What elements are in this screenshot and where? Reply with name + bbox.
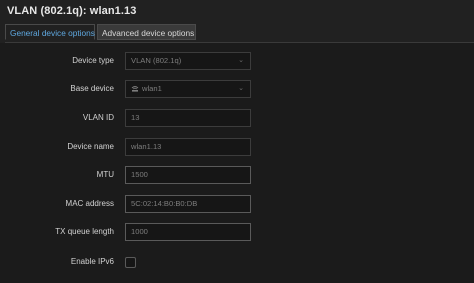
mac-address-input[interactable]: 5C:02:14:B0:B0:DB <box>125 195 251 213</box>
base-device-row: Base device wlan1 ⌄ <box>0 80 474 98</box>
mtu-row: MTU 1500 <box>0 166 474 184</box>
page-title: VLAN (802.1q): wlan1.13 <box>7 5 137 17</box>
tx-queue-length-input[interactable]: 1000 <box>125 223 251 241</box>
base-device-value: wlan1 <box>142 84 162 93</box>
vlan-id-row: VLAN ID 13 <box>0 109 474 127</box>
device-type-select[interactable]: VLAN (802.1q) ⌄ <box>125 52 251 70</box>
vlan-id-label: VLAN ID <box>82 113 114 122</box>
device-type-value: VLAN (802.1q) <box>131 56 182 65</box>
device-name-label: Device name <box>67 142 114 151</box>
enable-ipv6-row: Enable IPv6 <box>0 254 474 272</box>
mtu-label: MTU <box>96 170 114 179</box>
chevron-down-icon: ⌄ <box>238 57 244 64</box>
device-type-label: Device type <box>72 56 114 65</box>
base-device-label: Base device <box>70 84 114 93</box>
mac-address-label: MAC address <box>65 199 114 208</box>
enable-ipv6-checkbox[interactable] <box>125 257 136 268</box>
mac-address-row: MAC address 5C:02:14:B0:B0:DB <box>0 195 474 213</box>
general-options-panel: Device type VLAN (802.1q) ⌄ Base device … <box>0 43 474 283</box>
chevron-down-icon: ⌄ <box>238 85 244 92</box>
enable-ipv6-label: Enable IPv6 <box>70 257 114 266</box>
tx-queue-length-label: TX queue length <box>55 227 114 236</box>
device-type-row: Device type VLAN (802.1q) ⌄ <box>0 52 474 70</box>
device-name-field[interactable]: wlan1.13 <box>125 138 251 156</box>
tab-bar: General device options Advanced device o… <box>5 24 474 43</box>
wireless-icon <box>131 86 139 92</box>
tab-advanced-device-options[interactable]: Advanced device options <box>97 24 196 40</box>
base-device-select[interactable]: wlan1 ⌄ <box>125 80 251 98</box>
vlan-id-field[interactable]: 13 <box>125 109 251 127</box>
tx-queue-length-row: TX queue length 1000 <box>0 223 474 241</box>
device-name-row: Device name wlan1.13 <box>0 138 474 156</box>
tab-general-device-options[interactable]: General device options <box>5 24 95 40</box>
mtu-input[interactable]: 1500 <box>125 166 251 184</box>
